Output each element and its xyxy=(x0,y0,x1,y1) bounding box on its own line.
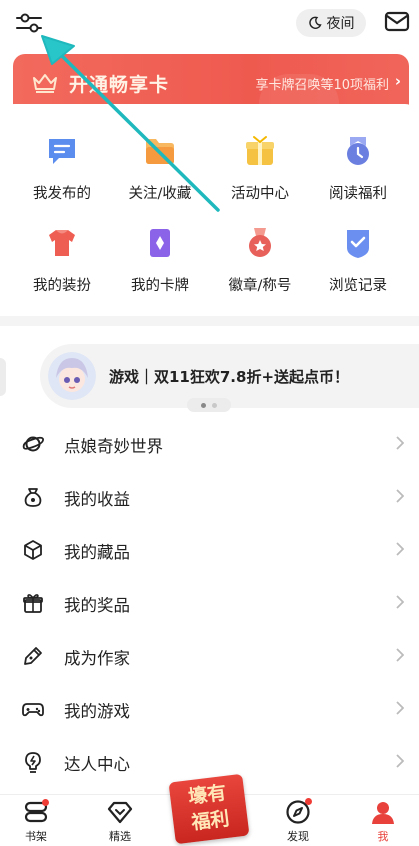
list-label: 我的藏品 xyxy=(64,543,130,562)
section-divider xyxy=(0,316,419,326)
folder-icon xyxy=(146,139,174,164)
nav-discover[interactable]: 发现 xyxy=(268,798,328,844)
carousel-indicator xyxy=(187,398,231,412)
grid-label: 活动中心 xyxy=(231,186,289,202)
chevron-right-icon xyxy=(396,595,404,609)
night-mode-button[interactable]: 夜间 xyxy=(296,9,366,37)
grid-item-published[interactable]: 我发布的 xyxy=(10,134,114,224)
grid-label: 徽章/称号 xyxy=(228,278,292,294)
gift-icon xyxy=(23,594,43,613)
list-item-collections[interactable]: 我的藏品 xyxy=(0,524,419,577)
carousel-edge xyxy=(0,358,6,396)
grid-item-reading-welfare[interactable]: 阅读福利 xyxy=(306,134,410,224)
grid-label: 我的卡牌 xyxy=(131,278,189,294)
nav-featured[interactable]: 精选 xyxy=(90,799,150,844)
money-bag-icon xyxy=(24,488,42,507)
nav-label: 我 xyxy=(377,830,389,843)
chevron-right-icon xyxy=(396,489,404,503)
list-item-prizes[interactable]: 我的奖品 xyxy=(0,577,419,630)
list-item-games[interactable]: 我的游戏 xyxy=(0,683,419,736)
chat-bubble-icon xyxy=(49,139,75,164)
crown-icon xyxy=(33,74,57,93)
nav-label: 精选 xyxy=(109,830,131,843)
grid-item-badges[interactable]: 徽章/称号 xyxy=(208,226,312,316)
list-label: 成为作家 xyxy=(64,649,130,668)
grid-item-activity[interactable]: 活动中心 xyxy=(208,134,312,224)
gift-box-icon xyxy=(246,136,274,165)
planet-icon xyxy=(22,436,44,452)
list-item-become-writer[interactable]: 成为作家 xyxy=(0,630,419,683)
center-welfare-button[interactable]: 壕有 福利 xyxy=(168,773,250,845)
grid-item-cards[interactable]: 我的卡牌 xyxy=(108,226,212,316)
mail-icon[interactable] xyxy=(384,10,410,34)
lightbulb-icon xyxy=(25,752,41,773)
history-icon xyxy=(347,230,369,258)
grid-label: 浏览记录 xyxy=(329,278,387,294)
shortcut-grid: 我发布的 关注/收藏 活动中心 阅读福利 我的装扮 我的卡牌 徽章/称号 浏览记… xyxy=(0,104,419,316)
pen-icon xyxy=(24,647,42,665)
list-label: 我的奖品 xyxy=(64,596,130,615)
clock-badge-icon xyxy=(347,137,369,165)
card-icon xyxy=(150,229,170,257)
notification-dot xyxy=(42,799,49,806)
list-item-wonder-world[interactable]: 点娘奇妙世界 xyxy=(0,418,419,471)
avatar xyxy=(48,352,96,400)
gamepad-icon xyxy=(22,703,44,717)
chevron-right-icon: › xyxy=(394,72,401,90)
nav-bookshelf[interactable]: 书架 xyxy=(6,799,66,844)
cube-icon xyxy=(24,540,42,560)
grid-label: 我的装扮 xyxy=(33,278,91,294)
top-bar: 夜间 xyxy=(0,0,419,46)
grid-label: 阅读福利 xyxy=(329,186,387,202)
carousel-dot xyxy=(212,402,217,408)
grid-item-outfit[interactable]: 我的装扮 xyxy=(10,226,114,316)
notification-dot xyxy=(305,798,312,805)
list-label: 达人中心 xyxy=(64,755,130,774)
chevron-right-icon xyxy=(396,648,404,662)
chevron-right-icon xyxy=(396,701,404,715)
bookshelf-icon xyxy=(23,799,49,825)
list-label: 我的游戏 xyxy=(64,702,130,721)
grid-item-follow[interactable]: 关注/收藏 xyxy=(108,134,212,224)
list-label: 点娘奇妙世界 xyxy=(64,437,163,456)
nav-label: 书架 xyxy=(25,830,47,843)
grid-label: 我发布的 xyxy=(33,186,91,202)
list-label: 我的收益 xyxy=(64,490,130,509)
vip-title: 开通畅享卡 xyxy=(69,74,170,96)
promo-text: 游戏｜双11狂欢7.8折+送起点币！ xyxy=(109,368,350,386)
nav-me[interactable]: 我 xyxy=(353,799,413,844)
chevron-right-icon xyxy=(396,542,404,556)
diamond-icon xyxy=(107,799,133,825)
moon-icon xyxy=(308,16,322,29)
compass-icon xyxy=(285,798,312,825)
grid-label: 关注/收藏 xyxy=(128,186,192,202)
night-mode-label: 夜间 xyxy=(326,16,355,32)
list-item-earnings[interactable]: 我的收益 xyxy=(0,471,419,524)
tshirt-icon xyxy=(49,230,75,256)
user-icon xyxy=(370,799,396,825)
medal-icon xyxy=(249,228,271,257)
vip-benefits: 享卡牌召唤等10项福利 xyxy=(255,78,389,93)
chevron-right-icon xyxy=(396,754,404,768)
grid-item-history[interactable]: 浏览记录 xyxy=(306,226,410,316)
nav-label: 发现 xyxy=(287,830,309,843)
settings-sliders-icon[interactable] xyxy=(14,8,44,38)
carousel-dot-active xyxy=(201,402,206,408)
chevron-right-icon xyxy=(396,436,404,450)
